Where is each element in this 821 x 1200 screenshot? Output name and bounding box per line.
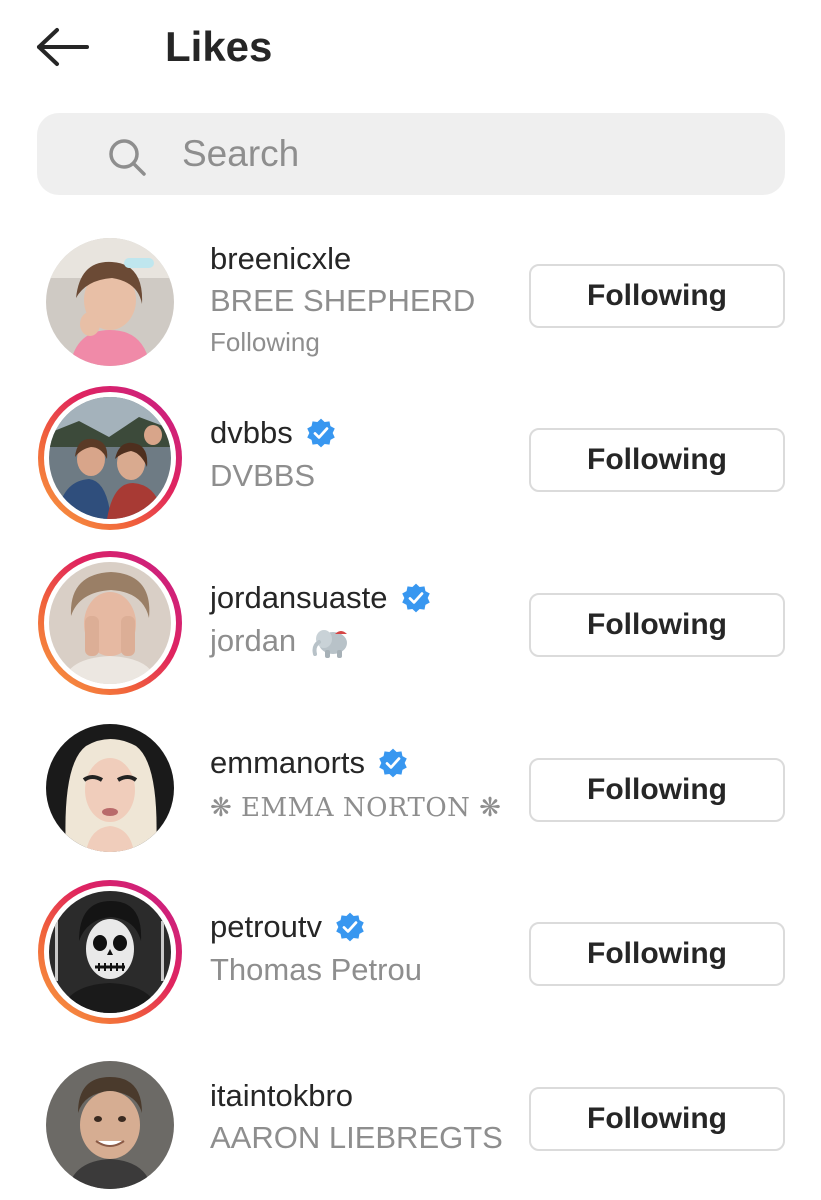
username[interactable]: petroutv [210,908,366,946]
avatar[interactable] [38,551,182,695]
avatar[interactable] [38,1053,182,1197]
verified-badge-icon [379,748,407,778]
list-item-itaintokbro[interactable]: itaintokbro AARON LIEBREGTS Following [0,1045,821,1195]
search-bar[interactable] [37,113,785,195]
arrow-left-icon [37,28,89,66]
back-button[interactable] [30,22,96,72]
username[interactable]: emmanorts [210,744,409,782]
username[interactable]: dvbbs [210,414,337,452]
following-button[interactable]: Following [529,264,785,328]
full-name: jordan [210,622,351,660]
search-input[interactable] [182,129,762,179]
following-button[interactable]: Following [529,758,785,822]
username[interactable]: breenicxle [210,240,351,278]
following-button[interactable]: Following [529,1087,785,1151]
avatar[interactable] [38,230,182,374]
following-button[interactable]: Following [529,922,785,986]
page-title: Likes [165,23,273,70]
avatar[interactable] [38,386,182,530]
full-name: DVBBS [210,458,316,493]
list-item-dvbbs[interactable]: dvbbs DVBBS Following [0,386,821,536]
list-item-breenicxle[interactable]: breenicxle BREE SHEPHERD Following Follo… [0,230,821,380]
list-item-jordansuaste[interactable]: jordansuaste jordan Following [0,551,821,701]
username[interactable]: itaintokbro [210,1077,353,1115]
list-item-emmanorts[interactable]: emmanorts ❋ EMMA NORTON ❋ Following [0,716,821,866]
verified-badge-icon [306,418,335,448]
elephant-emoji-icon [312,629,347,658]
follow-status-text: Following [210,327,320,357]
list-item-petroutv[interactable]: petroutv Thomas Petrou Following [0,880,821,1030]
avatar[interactable] [38,880,182,1024]
avatar[interactable] [38,716,182,860]
verified-badge-icon [336,912,364,942]
full-name: BREE SHEPHERD [210,283,476,318]
header: Likes [0,0,821,95]
full-name: ❋ EMMA NORTON ❋ [210,793,502,823]
verified-badge-icon [401,583,430,613]
following-button[interactable]: Following [529,428,785,492]
following-button[interactable]: Following [529,593,785,657]
search-icon [109,139,146,176]
full-name: AARON LIEBREGTS [210,1120,503,1155]
full-name: Thomas Petrou [210,952,422,987]
username[interactable]: jordansuaste [210,579,432,617]
